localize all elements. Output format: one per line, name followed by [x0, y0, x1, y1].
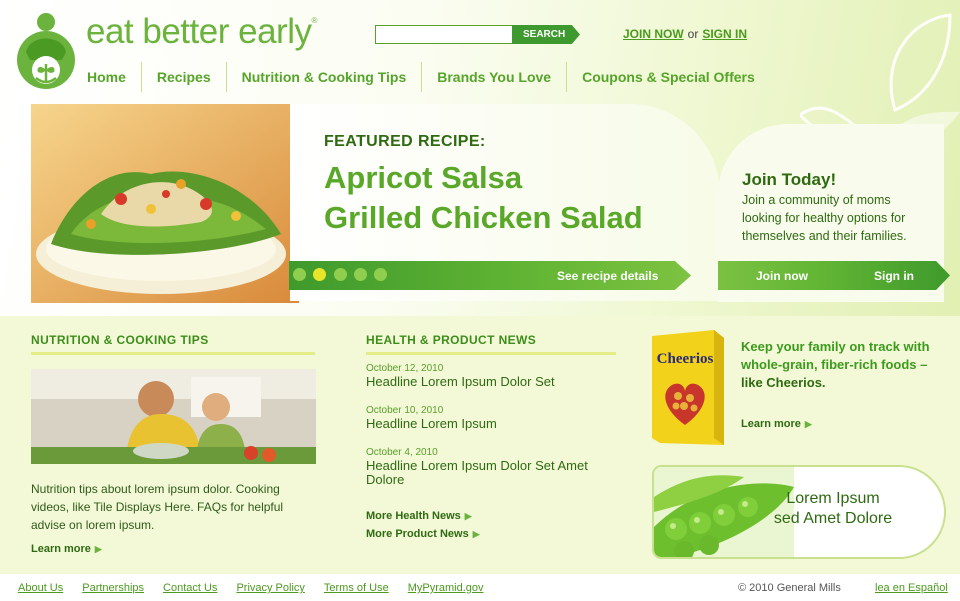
tips-learn-more-label: Learn more [31, 543, 91, 555]
join-description: Join a community of moms looking for hea… [742, 193, 907, 243]
tips-divider [31, 352, 315, 355]
carousel-dot-1[interactable] [293, 268, 306, 281]
carousel-dot-5[interactable] [374, 268, 387, 281]
promo-learn-more-label: Learn more [741, 418, 801, 430]
featured-title-line1: Apricot Salsa [324, 160, 523, 195]
promo-learn-more-link[interactable]: Learn more ▶ [741, 418, 812, 430]
auth-links: JOIN NOW or SIGN IN [623, 27, 747, 41]
search-input[interactable] [375, 25, 513, 44]
peas-promo-text: Lorem Ipsum sed Amet Dolore [758, 489, 908, 529]
arrow-right-icon: ▶ [804, 419, 812, 429]
nav-item-brands[interactable]: Brands You Love [421, 62, 566, 92]
carousel-dot-3[interactable] [334, 268, 347, 281]
tips-image[interactable] [31, 369, 316, 464]
language-link[interactable]: lea en Español [875, 582, 948, 594]
news-section-title: HEALTH & PRODUCT NEWS [366, 333, 537, 347]
promo-line1: Keep your family on track with whole-gra… [741, 339, 930, 372]
join-now-link[interactable]: JOIN NOW [623, 27, 684, 41]
footer-privacy-link[interactable]: Privacy Policy [236, 582, 304, 594]
more-health-news-link[interactable]: More Health News ▶ [366, 510, 472, 522]
arrow-right-icon: ▶ [464, 511, 472, 521]
news-date: October 10, 2010 [366, 405, 444, 416]
cheerios-promo-text: Keep your family on track with whole-gra… [741, 338, 941, 392]
logo-icon[interactable] [16, 12, 76, 94]
see-recipe-details-link[interactable]: See recipe details [557, 269, 658, 283]
footer-mypyramid-link[interactable]: MyPyramid.gov [408, 582, 484, 594]
news-date: October 12, 2010 [366, 363, 444, 374]
cheerios-box-image[interactable]: Cheerios [652, 330, 724, 445]
nav-item-coupons[interactable]: Coupons & Special Offers [566, 62, 770, 92]
nav-item-recipes[interactable]: Recipes [140, 62, 226, 92]
tips-section-title: NUTRITION & COOKING TIPS [31, 333, 209, 347]
sign-in-link[interactable]: SIGN IN [702, 27, 747, 41]
arrow-right-icon: ▶ [94, 544, 102, 554]
or-text: or [687, 27, 699, 41]
featured-recipe-label: FEATURED RECIPE: [324, 133, 486, 150]
search-button[interactable]: SEARCH [512, 25, 580, 44]
copyright: © 2010 General Mills [738, 582, 841, 594]
peas-line1: Lorem Ipsum [786, 490, 880, 507]
page: eat better early® SEARCH JOIN NOW or SIGN … [0, 0, 960, 601]
arrow-right-icon: ▶ [472, 529, 480, 539]
footer-partnerships-link[interactable]: Partnerships [82, 582, 144, 594]
tips-learn-more-link[interactable]: Learn more ▶ [31, 543, 102, 555]
carousel-dot-2[interactable] [313, 268, 326, 281]
join-bar [718, 261, 950, 290]
more-health-news-label: More Health News [366, 510, 461, 522]
featured-recipe-title[interactable]: Apricot Salsa Grilled Chicken Salad [324, 158, 714, 238]
more-product-news-link[interactable]: More Product News ▶ [366, 528, 480, 540]
logo-text: eat better early [86, 12, 312, 51]
more-product-news-label: More Product News [366, 528, 469, 540]
featured-recipe-image[interactable] [31, 104, 299, 303]
news-headline-link[interactable]: Headline Lorem Ipsum Dolor Set Amet Dolo… [366, 459, 606, 487]
footer-about-link[interactable]: About Us [18, 582, 63, 594]
footer-terms-link[interactable]: Terms of Use [324, 582, 389, 594]
nav-item-home[interactable]: Home [72, 62, 141, 92]
carousel-dot-4[interactable] [354, 268, 367, 281]
news-divider [366, 352, 616, 355]
trademark: ® [311, 16, 317, 25]
promo-line2: like Cheerios. [741, 375, 826, 390]
news-headline-link[interactable]: Headline Lorem Ipsum [366, 417, 606, 431]
news-date: October 4, 2010 [366, 447, 438, 458]
footer-links: About Us Partnerships Contact Us Privacy… [18, 582, 503, 594]
peas-line2: sed Amet Dolore [773, 510, 893, 527]
tips-description: Nutrition tips about lorem ipsum dolor. … [31, 482, 284, 532]
cheerios-box-label: Cheerios [657, 351, 714, 367]
main-nav: Home Recipes Nutrition & Cooking Tips Br… [72, 62, 770, 92]
sign-in-button[interactable]: Sign in [874, 269, 914, 283]
join-now-button[interactable]: Join now [756, 269, 808, 283]
footer-contact-link[interactable]: Contact Us [163, 582, 217, 594]
nav-item-nutrition-cooking-tips[interactable]: Nutrition & Cooking Tips [225, 62, 422, 92]
logo-wordmark[interactable]: eat better early® [86, 12, 317, 52]
news-headline-link[interactable]: Headline Lorem Ipsum Dolor Set [366, 375, 606, 389]
featured-title-line2: Grilled Chicken Salad [324, 200, 643, 235]
join-title: Join Today! [742, 170, 837, 189]
